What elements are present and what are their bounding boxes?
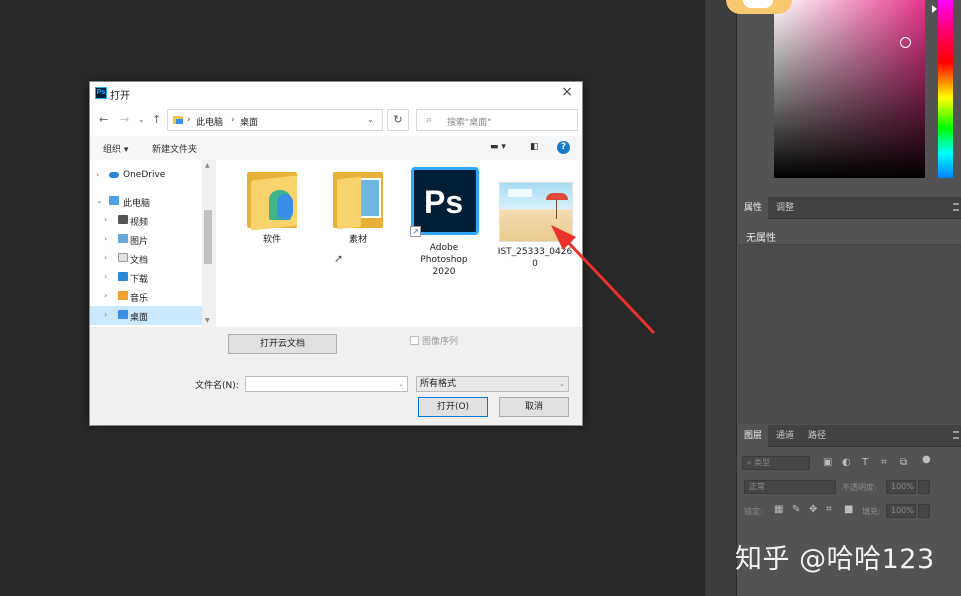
watermark-text: 知乎 @哈哈123: [735, 544, 935, 575]
annotation-arrow: [551, 225, 656, 335]
annotation-arrow-shaft: [564, 238, 656, 335]
